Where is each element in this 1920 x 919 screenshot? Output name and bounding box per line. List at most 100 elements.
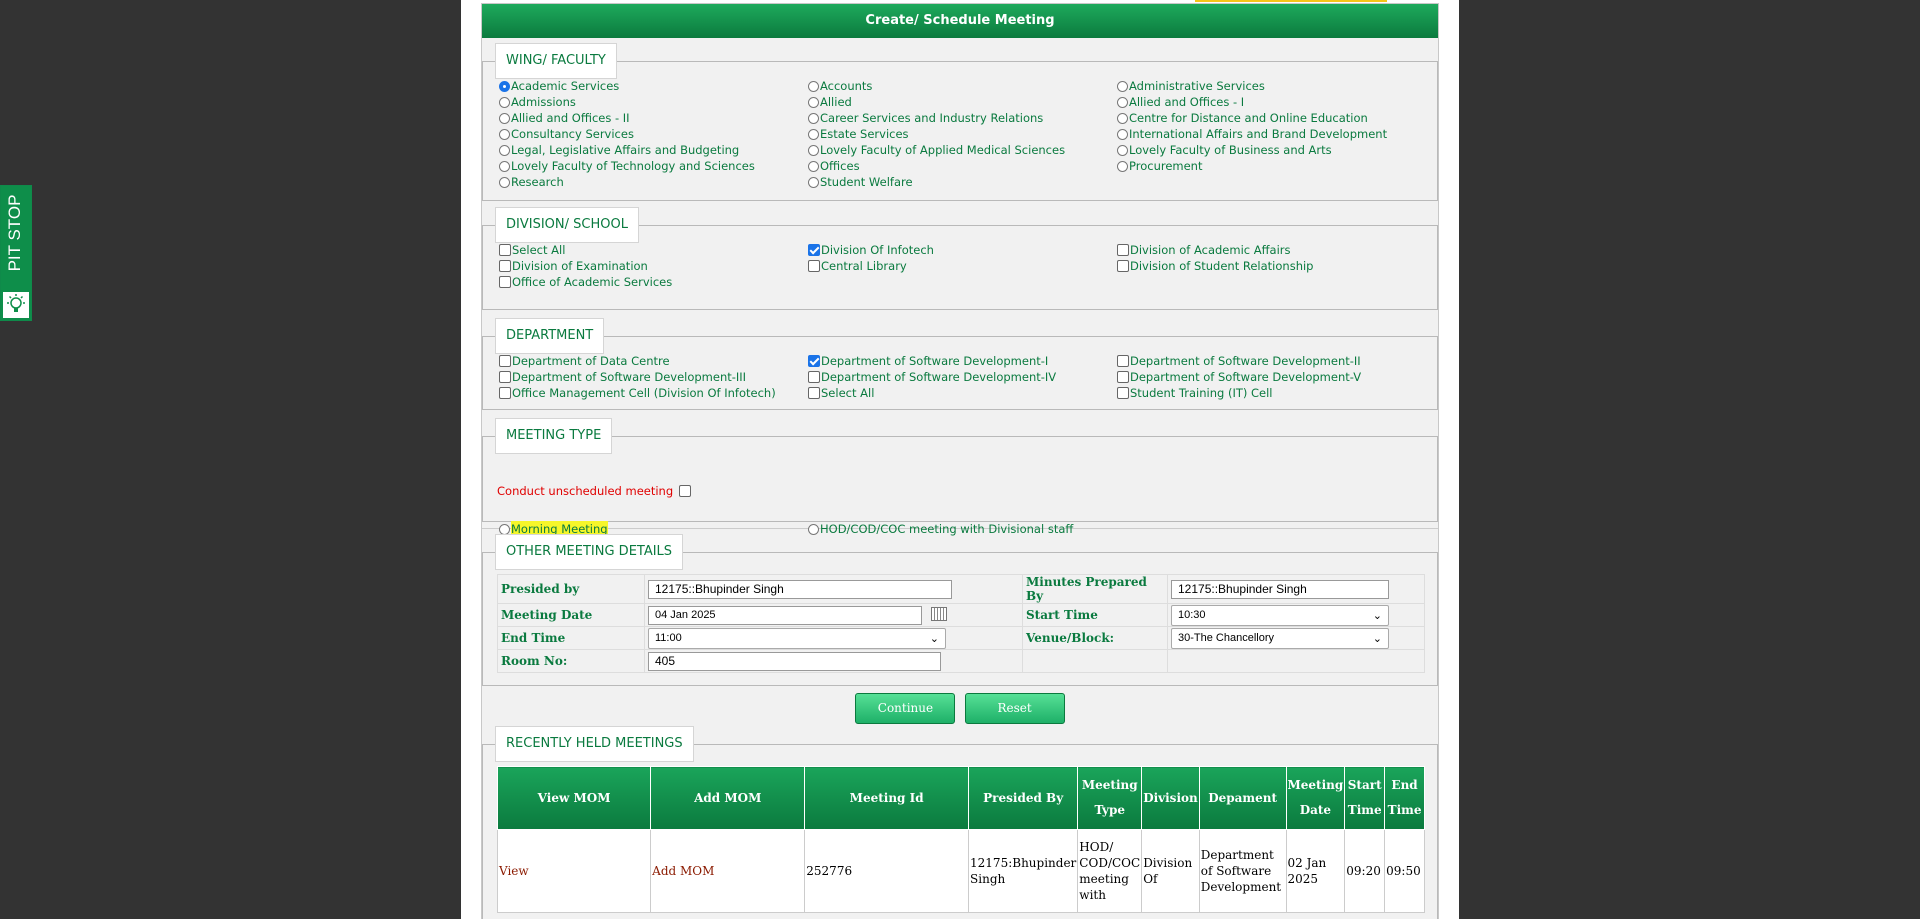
wing-option-label: Lovely Faculty of Technology and Science… xyxy=(511,159,755,173)
division-option-division-of-infotech[interactable]: Division Of Infotech xyxy=(808,242,1117,258)
wing-option-lovely-faculty-of-applied-medical-sciences[interactable]: Lovely Faculty of Applied Medical Scienc… xyxy=(808,142,1117,158)
end-time-select[interactable]: 11:00 ⌄ xyxy=(648,627,946,649)
wing-option-career-services-and-industry-relations[interactable]: Career Services and Industry Relations xyxy=(808,110,1117,126)
wing-radio[interactable] xyxy=(808,80,819,92)
wing-radio[interactable] xyxy=(499,128,510,140)
col-meeting-date: Meeting Date xyxy=(1285,766,1346,830)
wing-option-allied-and-offices-ii[interactable]: Allied and Offices - II xyxy=(499,110,808,126)
division-option-division-of-examination[interactable]: Division of Examination xyxy=(499,258,808,274)
wing-radio[interactable] xyxy=(499,176,510,188)
wing-radio[interactable] xyxy=(499,80,510,92)
department-checkbox[interactable] xyxy=(499,387,511,399)
table-row: View Add MOM 252776 12175:Bhupinder Sing… xyxy=(496,829,1425,913)
unscheduled-checkbox[interactable] xyxy=(679,485,692,497)
division-checkbox[interactable] xyxy=(499,244,511,256)
meeting-date-input[interactable]: 04 Jan 2025 xyxy=(648,605,922,625)
department-checkbox[interactable] xyxy=(1117,387,1129,399)
wing-radio[interactable] xyxy=(1117,128,1128,140)
wing-option-accounts[interactable]: Accounts xyxy=(808,78,1117,94)
calendar-icon[interactable] xyxy=(931,607,948,621)
division-option-office-of-academic-services[interactable]: Office of Academic Services xyxy=(499,274,808,290)
col-start-time: Start Time xyxy=(1344,766,1386,830)
wing-option-research[interactable]: Research xyxy=(499,174,808,190)
continue-button[interactable]: Continue xyxy=(855,693,956,724)
wing-option-legal-legislative-affairs-and-budgeting[interactable]: Legal, Legislative Affairs and Budgeting xyxy=(499,142,808,158)
col-presided-by: Presided By xyxy=(968,766,1079,830)
department-checkbox[interactable] xyxy=(808,355,820,367)
wing-option-lovely-faculty-of-business-and-arts[interactable]: Lovely Faculty of Business and Arts xyxy=(1117,142,1426,158)
reset-button[interactable]: Reset xyxy=(964,693,1065,724)
wing-option-allied-and-offices-i[interactable]: Allied and Offices - I xyxy=(1117,94,1426,110)
wing-option-administrative-services[interactable]: Administrative Services xyxy=(1117,78,1426,94)
wing-option-procurement[interactable]: Procurement xyxy=(1117,158,1426,174)
division-checkbox[interactable] xyxy=(499,276,511,288)
wing-radio[interactable] xyxy=(808,176,819,188)
add-mom-link[interactable]: Add MOM xyxy=(652,864,714,878)
presided-by-cell: 12175:Bhupinder Singh xyxy=(968,829,1079,913)
wing-radio[interactable] xyxy=(499,96,510,108)
wing-radio[interactable] xyxy=(808,96,819,108)
end-time-cell: 09:50 xyxy=(1384,829,1425,913)
department-checkbox[interactable] xyxy=(499,371,511,383)
pit-stop-tab[interactable]: PIT STOP xyxy=(0,185,32,321)
wing-radio[interactable] xyxy=(1117,112,1128,124)
wing-option-label: Procurement xyxy=(1129,159,1203,173)
division-option-division-of-academic-affairs[interactable]: Division of Academic Affairs xyxy=(1117,242,1426,258)
department-option-select-all[interactable]: Select All xyxy=(808,385,1117,401)
department-option-department-of-data-centre[interactable]: Department of Data Centre xyxy=(499,353,808,369)
wing-radio[interactable] xyxy=(499,112,510,124)
wing-option-label: Research xyxy=(511,175,564,189)
division-checkbox[interactable] xyxy=(499,260,511,272)
department-option-department-of-software-development-ii[interactable]: Department of Software Development-II xyxy=(1117,353,1426,369)
wing-option-academic-services[interactable]: Academic Services xyxy=(499,78,808,94)
division-checkbox[interactable] xyxy=(1117,244,1129,256)
wing-option-label: Allied and Offices - II xyxy=(511,111,630,125)
department-option-department-of-software-development-v[interactable]: Department of Software Development-V xyxy=(1117,369,1426,385)
presided-by-input[interactable]: 12175::Bhupinder Singh xyxy=(648,579,952,599)
department-checkbox[interactable] xyxy=(1117,355,1129,367)
department-checkbox[interactable] xyxy=(499,355,511,367)
hod-meeting-radio[interactable] xyxy=(808,523,819,535)
wing-radio[interactable] xyxy=(808,160,819,172)
division-checkbox[interactable] xyxy=(808,260,820,272)
start-time-select[interactable]: 10:30 ⌄ xyxy=(1171,604,1389,626)
department-option-department-of-software-development-iii[interactable]: Department of Software Development-III xyxy=(499,369,808,385)
department-option-student-training-it-cell[interactable]: Student Training (IT) Cell xyxy=(1117,385,1426,401)
room-no-input[interactable]: 405 xyxy=(648,651,941,671)
department-option-office-management-cell-division-of-infotech[interactable]: Office Management Cell (Division Of Info… xyxy=(499,385,808,401)
division-option-central-library[interactable]: Central Library xyxy=(808,258,1117,274)
department-checkbox[interactable] xyxy=(808,387,820,399)
wing-option-consultancy-services[interactable]: Consultancy Services xyxy=(499,126,808,142)
wing-option-lovely-faculty-of-technology-and-sciences[interactable]: Lovely Faculty of Technology and Science… xyxy=(499,158,808,174)
department-option-department-of-software-development-iv[interactable]: Department of Software Development-IV xyxy=(808,369,1117,385)
view-mom-link[interactable]: View xyxy=(499,864,529,878)
wing-option-offices[interactable]: Offices xyxy=(808,158,1117,174)
wing-radio[interactable] xyxy=(1117,160,1128,172)
department-checkbox[interactable] xyxy=(808,371,820,383)
wing-option-admissions[interactable]: Admissions xyxy=(499,94,808,110)
wing-option-centre-for-distance-and-online-education[interactable]: Centre for Distance and Online Education xyxy=(1117,110,1426,126)
wing-radio[interactable] xyxy=(808,112,819,124)
division-checkbox[interactable] xyxy=(808,244,820,256)
wing-radio[interactable] xyxy=(1117,96,1128,108)
wing-radio[interactable] xyxy=(499,144,510,156)
wing-option-allied[interactable]: Allied xyxy=(808,94,1117,110)
venue-select[interactable]: 30-The Chancellory ⌄ xyxy=(1171,627,1389,649)
wing-radio[interactable] xyxy=(1117,144,1128,156)
division-option-division-of-student-relationship[interactable]: Division of Student Relationship xyxy=(1117,258,1426,274)
department-checkbox[interactable] xyxy=(1117,371,1129,383)
wing-radio[interactable] xyxy=(808,128,819,140)
wing-radio[interactable] xyxy=(499,160,510,172)
wing-radio[interactable] xyxy=(808,144,819,156)
wing-option-label: Offices xyxy=(820,159,860,173)
wing-option-estate-services[interactable]: Estate Services xyxy=(808,126,1117,142)
division-checkbox[interactable] xyxy=(1117,260,1129,272)
wing-option-international-affairs-and-brand-development[interactable]: International Affairs and Brand Developm… xyxy=(1117,126,1426,142)
morning-meeting-radio[interactable] xyxy=(499,523,510,535)
department-option-department-of-software-development-i[interactable]: Department of Software Development-I xyxy=(808,353,1117,369)
wing-radio[interactable] xyxy=(1117,80,1128,92)
wing-option-student-welfare[interactable]: Student Welfare xyxy=(808,174,1117,190)
minutes-prepared-input[interactable]: 12175::Bhupinder Singh xyxy=(1171,579,1389,599)
division-option-select-all[interactable]: Select All xyxy=(499,242,808,258)
wing-option-label: Legal, Legislative Affairs and Budgeting xyxy=(511,143,740,157)
